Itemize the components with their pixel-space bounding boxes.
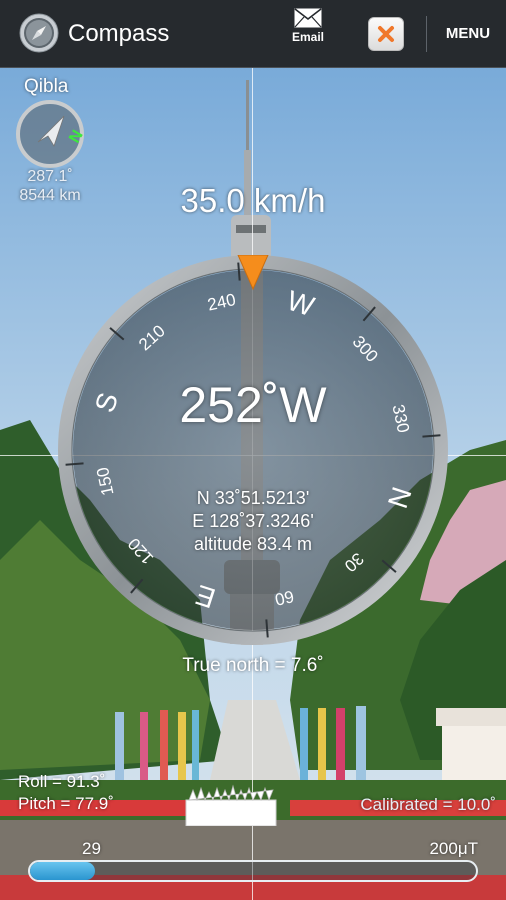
dial-tick [265,619,269,638]
dial-tick [422,434,441,438]
speed-readout: 35.0 km/h [180,182,326,219]
close-button[interactable] [368,17,404,51]
qibla-arrow-icon[interactable]: N [14,98,86,170]
close-icon [378,26,394,42]
envelope-icon [294,8,322,28]
level-indicator [185,784,277,826]
menu-button[interactable]: MENU [436,22,500,46]
action-bar-divider [426,16,427,52]
action-bar: Compass Email MENU [0,0,506,68]
app-title: Compass [68,20,170,47]
latitude: N 33˚51.5213' [196,488,310,508]
tick-label-60: 60 [273,586,295,609]
roll-readout: Roll = 91.3˚ [18,772,106,791]
compass-dial[interactable]: W N E S 30 60 120 150 210 240 300 330 [58,255,448,645]
magnetic-max: 200μT [429,839,478,858]
dial-tick [65,462,84,466]
email-label: Email [291,30,324,44]
longitude: E 128˚37.3246' [192,511,314,531]
altitude: altitude 83.4 m [193,534,313,554]
magnetic-current: 29 [82,839,101,858]
magnetic-strength-fill [30,862,95,880]
magnetic-strength-bar [28,860,478,882]
heading-value: 252˚W [179,377,327,433]
pitch-readout: Pitch = 77.9˚ [18,794,114,813]
calibrated-readout: Calibrated = 10.0˚ [360,795,496,814]
true-north: True north = 7.6˚ [182,655,324,676]
qibla-title: Qibla [24,76,69,97]
compass-icon[interactable] [19,13,59,53]
dial-tick [237,262,241,281]
email-button[interactable]: Email [280,8,336,60]
